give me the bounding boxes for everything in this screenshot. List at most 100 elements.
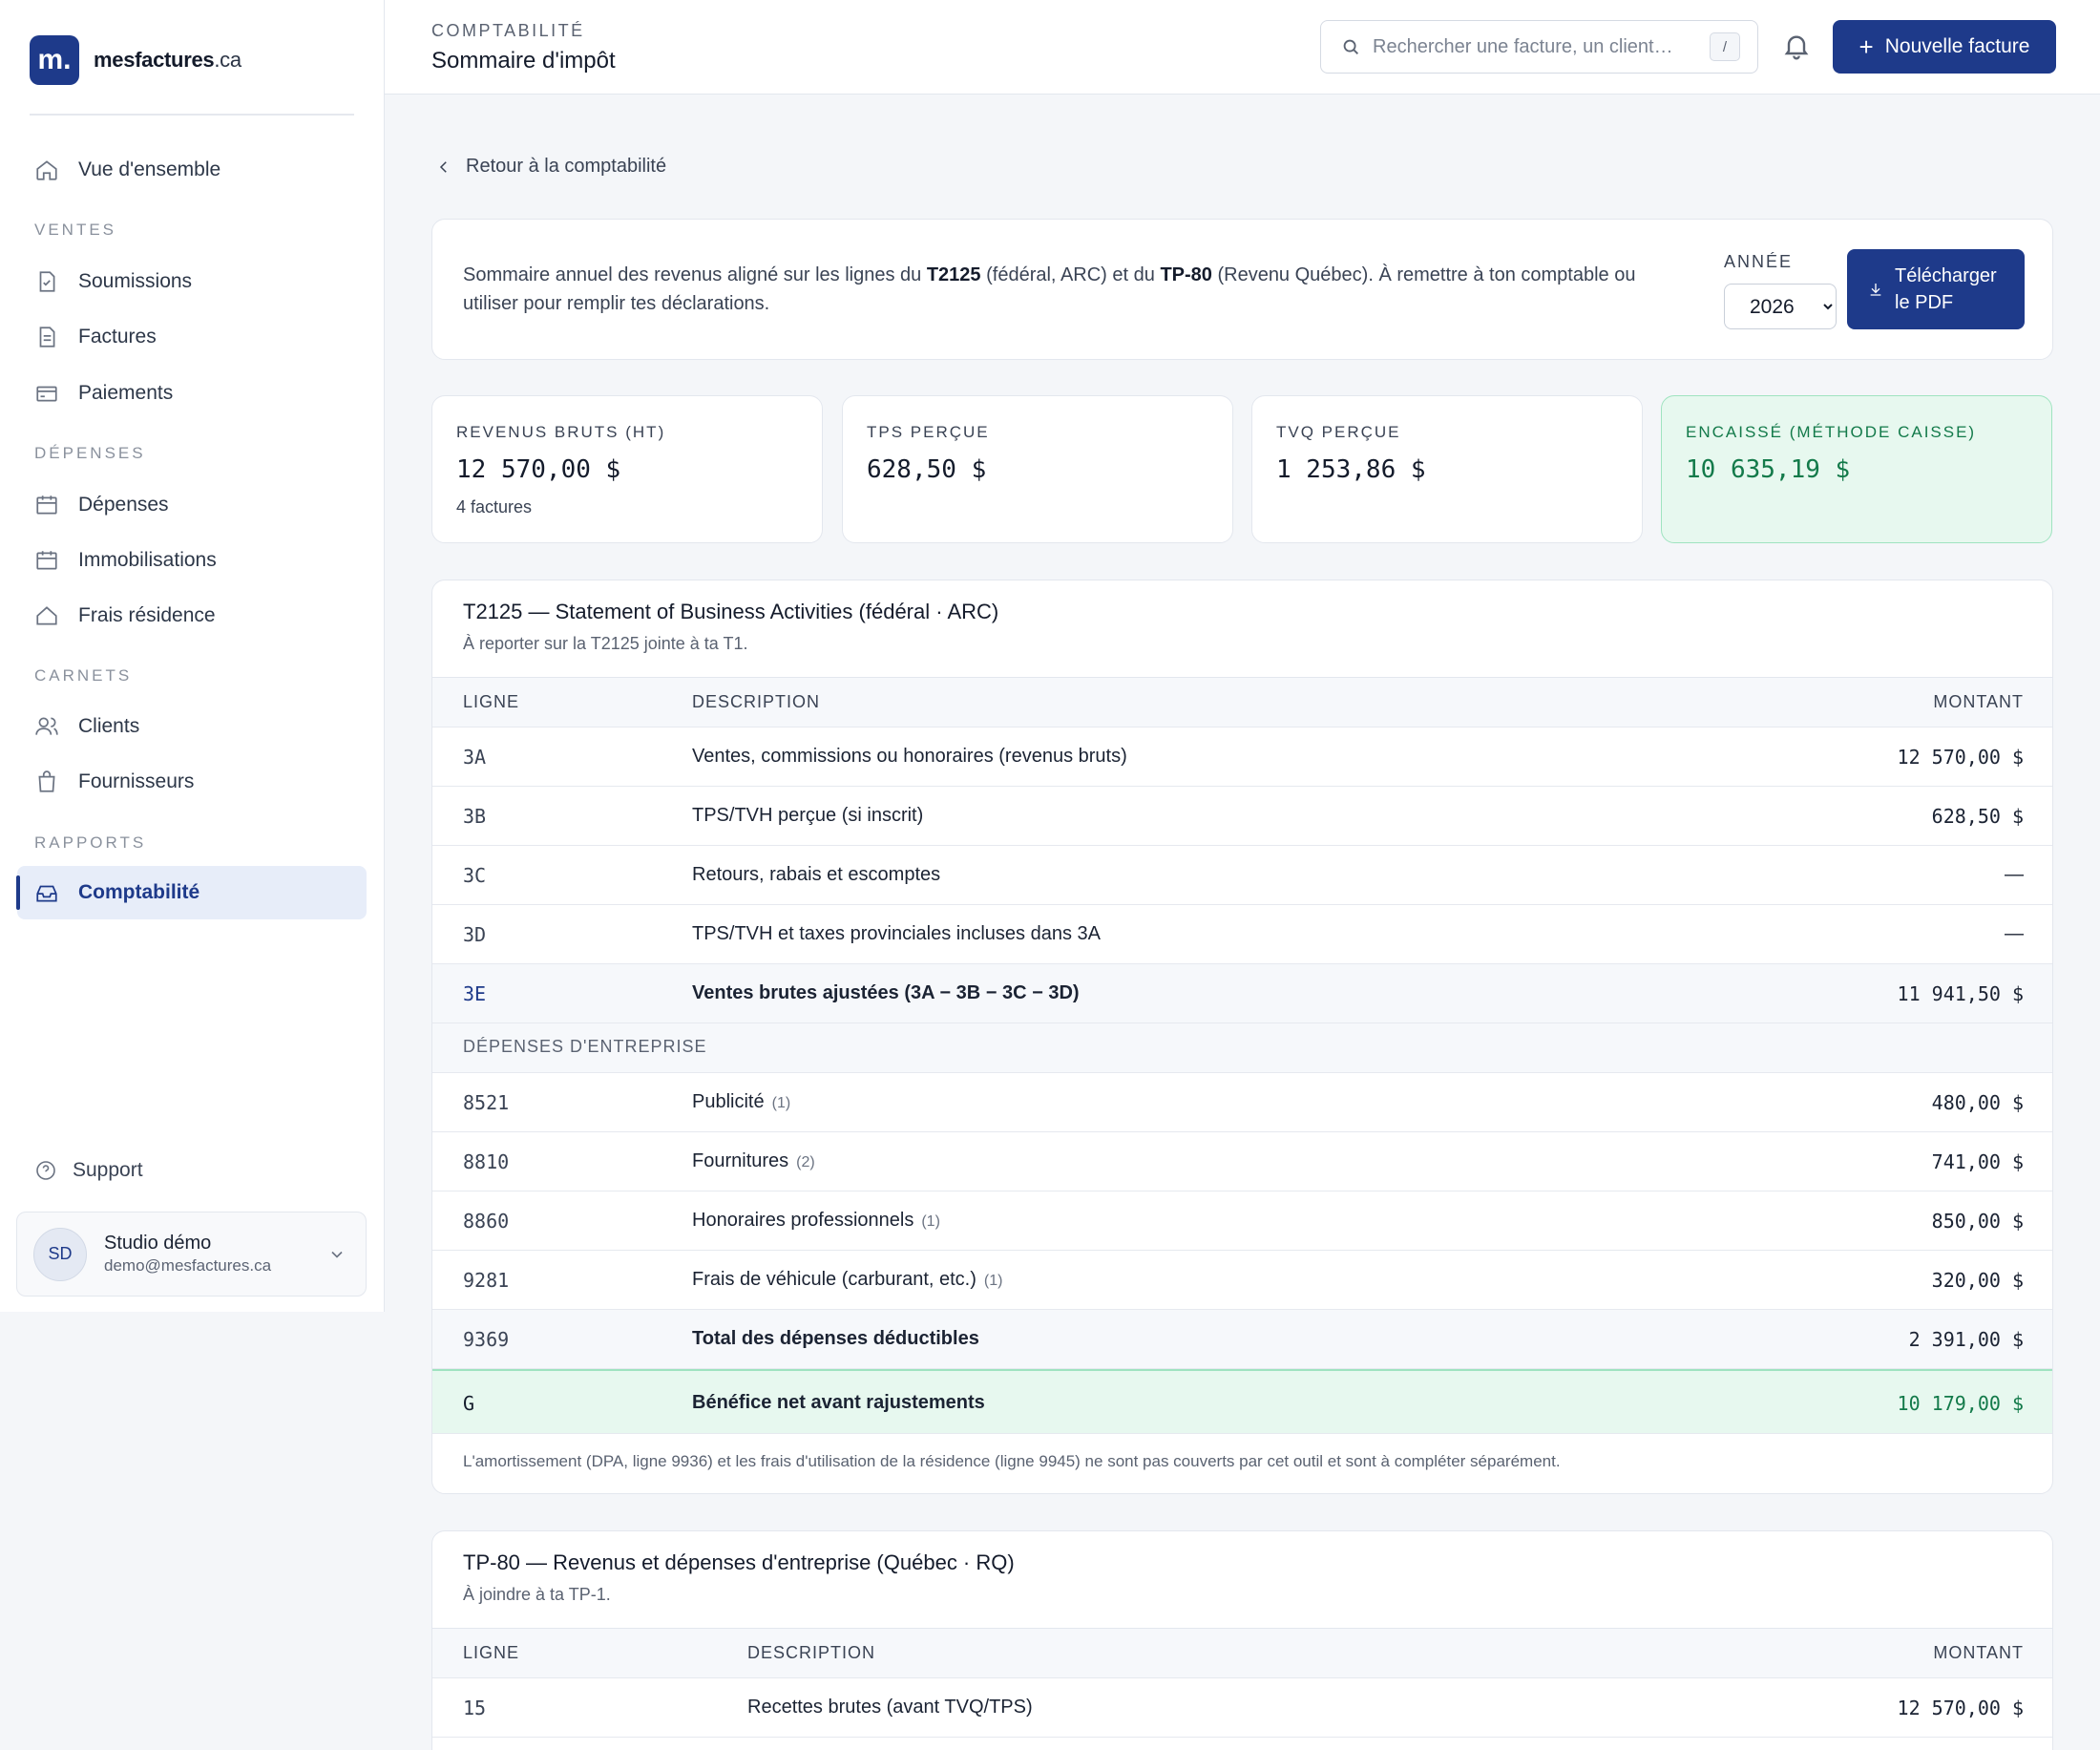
download-pdf-button[interactable]: Télécharger le PDF [1847, 249, 2025, 329]
column-header-line: LIGNE [463, 1643, 520, 1662]
year-select[interactable]: 2026 [1724, 284, 1837, 329]
sidebar-item-label: Immobilisations [78, 549, 217, 571]
table-section-header: DÉPENSES D'ENTREPRISE [432, 1023, 2052, 1073]
section-title: T2125 — Statement of Business Activities… [463, 600, 999, 623]
table-row: 3A Ventes, commissions ou honoraires (re… [432, 727, 2052, 787]
nav-section-reports: RAPPORTS [34, 833, 147, 852]
line-description: Recettes brutes (avant TVQ/TPS) [747, 1697, 1033, 1718]
table-row: 3B TPS/TVH perçue (si inscrit) 628,50 $ [432, 787, 2052, 846]
credit-card-icon [36, 386, 57, 402]
stat-value: 628,50 $ [867, 455, 987, 484]
line-code: 3C [463, 864, 487, 887]
sidebar-item-assets[interactable]: Immobilisations [17, 534, 367, 587]
sidebar-item-label: Dépenses [78, 494, 169, 516]
plus-icon: + [1858, 32, 1874, 61]
sidebar-item-label: Factures [78, 326, 157, 348]
sidebar-item-label: Vue d'ensemble [78, 158, 221, 180]
line-code: G [463, 1392, 475, 1415]
line-code: 3D [463, 923, 487, 946]
sidebar-item-suppliers[interactable]: Fournisseurs [17, 755, 367, 809]
page-title: Sommaire d'impôt [431, 48, 616, 74]
user-email: demo@mesfactures.ca [104, 1256, 272, 1275]
table-row: 3C Retours, rabais et escomptes — [432, 846, 2052, 905]
download-pdf-label: Télécharger le PDF [1895, 265, 1997, 313]
sidebar-item-quotes[interactable]: Soumissions [17, 255, 367, 308]
line-amount: 2 391,00 $ [1908, 1328, 2024, 1351]
new-invoice-label: Nouvelle facture [1884, 35, 2030, 57]
sidebar-item-invoices[interactable]: Factures [17, 310, 367, 364]
line-amount: 10 179,00 $ [1897, 1392, 2024, 1415]
table-row: 3D TPS/TVH et taxes provinciales incluse… [432, 905, 2052, 964]
table-header: LIGNE DESCRIPTION MONTANT [432, 1629, 2052, 1678]
stat-label: TPS PERÇUE [867, 423, 990, 441]
table-row: 9281 Frais de véhicule (carburant, etc.)… [432, 1251, 2052, 1310]
line-code: 3A [463, 746, 487, 769]
column-header-line: LIGNE [463, 692, 520, 711]
column-header-amount: MONTANT [1933, 692, 2024, 711]
stat-label: ENCAISSÉ (MÉTHODE CAISSE) [1686, 423, 1977, 441]
support-link[interactable]: Support [34, 1159, 143, 1182]
download-icon [1870, 284, 1881, 296]
sidebar-item-payments[interactable]: Paiements [17, 367, 367, 420]
sidebar-item-clients[interactable]: Clients [17, 700, 367, 753]
logo-icon: m. [30, 35, 79, 85]
stat-card-cash-collected: ENCAISSÉ (MÉTHODE CAISSE) 10 635,19 $ [1661, 395, 2052, 543]
sidebar-item-overview[interactable]: Vue d'ensemble [17, 143, 367, 197]
line-description: TPS/TVH et taxes provinciales incluses d… [692, 923, 1101, 944]
table-row-total: 9369 Total des dépenses déductibles 2 39… [432, 1310, 2052, 1369]
column-header-amount: MONTANT [1933, 1643, 2024, 1662]
table-row: 8810 Fournitures (2) 741,00 $ [432, 1132, 2052, 1191]
brand[interactable]: m. mesfactures.ca [30, 35, 242, 85]
chevron-down-icon [331, 1251, 343, 1258]
sidebar-item-label: Clients [78, 715, 140, 737]
user-menu[interactable]: SD Studio démo demo@mesfactures.ca [16, 1212, 367, 1297]
stat-card-qst: TVQ PERÇUE 1 253,86 $ [1251, 395, 1643, 543]
intro-description: Sommaire annuel des revenus aligné sur l… [463, 264, 1636, 314]
calendar-icon [36, 495, 57, 515]
back-link-label: Retour à la comptabilité [466, 156, 667, 177]
line-code: 15 [463, 1697, 487, 1719]
stat-value: 12 570,00 $ [456, 455, 621, 484]
line-description: Publicité (1) [692, 1091, 791, 1112]
line-description: Ventes, commissions ou honoraires (reven… [692, 746, 1127, 767]
bell-icon[interactable] [1781, 31, 1812, 61]
stat-card-gst: TPS PERÇUE 628,50 $ [842, 395, 1233, 543]
stat-label: REVENUS BRUTS (HT) [456, 423, 666, 441]
line-amount: 850,00 $ [1931, 1210, 2024, 1233]
table-row-net-income: G Bénéfice net avant rajustements 10 179… [432, 1369, 2052, 1434]
table-row: 8860 Honoraires professionnels (1) 850,00… [432, 1191, 2052, 1251]
new-invoice-button[interactable]: + Nouvelle facture [1833, 20, 2056, 74]
table-row: 15 Recettes brutes (avant TVQ/TPS) 12 57… [432, 1678, 2052, 1738]
document-check-icon [39, 271, 55, 292]
nav-section-expenses: DÉPENSES [34, 444, 146, 462]
intro-card: Sommaire annuel des revenus aligné sur l… [431, 219, 2053, 360]
line-description: Frais de véhicule (carburant, etc.) (1) [692, 1269, 1003, 1290]
sidebar-item-home-costs[interactable]: Frais résidence [17, 589, 367, 643]
line-description: Ventes brutes ajustées (3A − 3B − 3C − 3… [692, 982, 1080, 1003]
line-amount: 11 941,50 $ [1897, 982, 2024, 1005]
search-box[interactable]: / [1320, 20, 1758, 74]
nav-section-sales: VENTES [34, 221, 117, 239]
footnote: L'amortissement (DPA, ligne 9936) et les… [463, 1452, 1561, 1470]
sidebar-item-label: Paiements [78, 382, 174, 404]
line-code: 9281 [463, 1269, 510, 1292]
line-code: 8860 [463, 1210, 510, 1233]
sidebar: m. mesfactures.ca Vue d'ensemble VENTES … [0, 0, 385, 1312]
table-row-subtotal: 3E Ventes brutes ajustées (3A − 3B − 3C … [432, 964, 2052, 1023]
sidebar-item-accounting[interactable]: Comptabilité [16, 866, 367, 919]
year-label: ANNÉE [1724, 252, 1794, 271]
t2125-card: T2125 — Statement of Business Activities… [431, 580, 2053, 1494]
stat-value: 10 635,19 $ [1686, 455, 1851, 484]
house-icon [36, 606, 57, 625]
brand-name: mesfactures.ca [94, 48, 242, 72]
sidebar-item-label: Comptabilité [78, 881, 200, 903]
search-input[interactable] [1373, 35, 1697, 58]
sidebar-item-expenses[interactable]: Dépenses [17, 478, 367, 532]
line-description: Total des dépenses déductibles [692, 1328, 979, 1349]
back-link[interactable]: Retour à la comptabilité [435, 156, 666, 178]
line-amount: 12 570,00 $ [1897, 1697, 2024, 1719]
tp80-card: TP-80 — Revenus et dépenses d'entreprise… [431, 1530, 2053, 1750]
divider [30, 114, 354, 116]
support-label: Support [73, 1159, 143, 1181]
line-amount: 12 570,00 $ [1897, 746, 2024, 769]
